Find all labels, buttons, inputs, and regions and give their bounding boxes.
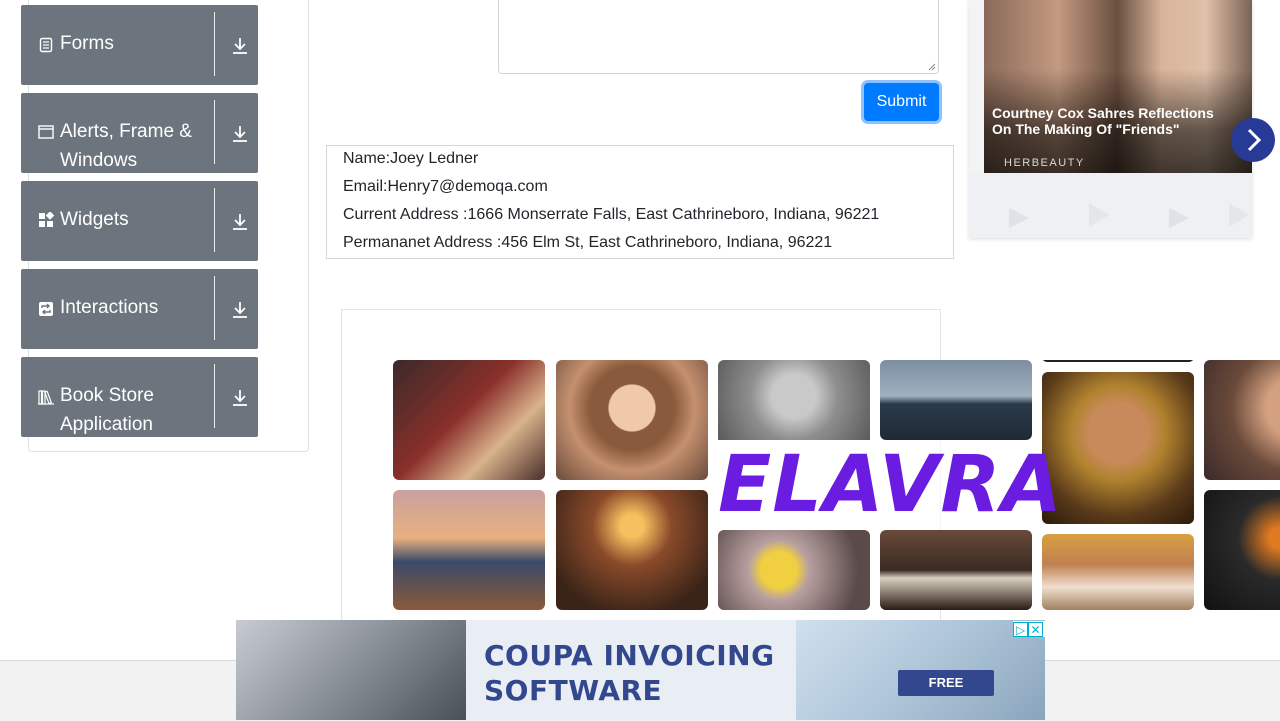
sidebar-group-book-store[interactable]: Book Store Application [21,357,258,437]
ad-headline[interactable]: Courtney Cox Sahres Reflections On The M… [992,105,1232,137]
ad-image-tile [1042,534,1194,610]
output-name: Name:Joey Ledner [343,150,479,167]
close-ad-icon[interactable]: ✕ [1028,622,1043,637]
divider [214,364,215,428]
download-icon [233,38,247,54]
sidebar-group-label: Forms [60,33,114,54]
divider [214,12,215,76]
resize-handle-icon[interactable] [928,63,936,71]
download-icon [233,390,247,406]
sidebar-group-label: Alerts, Frame & Windows [60,121,192,171]
books-icon [38,390,54,405]
ad-image-tile [393,490,545,610]
interactions-icon [39,302,53,316]
download-icon [233,302,247,318]
banner-line-2: SOFTWARE [484,674,663,707]
bottom-banner-ad[interactable]: COUPA INVOICING SOFTWARE FREE [236,620,1045,720]
sidebar-group-label: Book Store Application [60,385,154,435]
ad-image-tile [718,360,870,440]
sidebar-group-alerts[interactable]: Alerts, Frame & Windows [21,93,258,173]
output-email: Email:Henry7@demoqa.com [343,178,548,195]
next-arrow-button[interactable] [1231,118,1275,162]
sidebar-group-interactions[interactable]: Interactions [21,269,258,349]
ad-image-tile [393,360,545,480]
ad-image-tile [556,490,708,610]
ad-image-tile [880,530,1032,610]
download-icon [233,214,247,230]
adchoices-icon[interactable]: ▷ [1013,622,1028,637]
ad-image-tile [1042,372,1194,524]
ad-image-tile [1204,490,1280,610]
banner-headline: COUPA INVOICING SOFTWARE [484,638,775,708]
chevron-right-icon [1247,128,1262,152]
sidebar-group-label: Interactions [60,297,159,318]
window-icon [38,125,54,139]
ad-image-tile [1204,360,1280,480]
ad-image-tile [1042,360,1194,362]
divider [214,100,215,164]
ad-image-tile [718,530,870,610]
ad-choices[interactable]: ▷ ✕ [1013,621,1045,637]
document-icon [39,37,53,53]
ad-image-tile [880,360,1032,440]
output-current-address: Current Address :1666 Monserrate Falls, … [343,206,880,223]
banner-photo [236,620,466,720]
free-cta-button[interactable]: FREE [898,670,994,696]
ad-brand-logo: ELAVRA [718,440,1063,530]
banner-line-1: COUPA INVOICING [484,639,775,672]
submit-button[interactable]: Submit [864,83,939,121]
sidebar-group-forms[interactable]: Forms [21,5,258,85]
ad-photo [984,0,1252,173]
ad-image-tile [556,360,708,480]
output-permanent-address: Permananet Address :456 Elm St, East Cat… [343,234,833,251]
output-panel: Name:Joey Ledner Email:Henry7@demoqa.com… [326,145,954,259]
download-icon [233,126,247,142]
sidebar-group-widgets[interactable]: Widgets [21,181,258,261]
divider [214,188,215,252]
widgets-icon [39,212,54,227]
divider [214,276,215,340]
sidebar-group-label: Widgets [60,209,129,230]
ad-source: HERBEAUTY [1004,157,1085,169]
pattern-background [969,173,1252,238]
permanent-address-textarea[interactable] [498,0,939,74]
